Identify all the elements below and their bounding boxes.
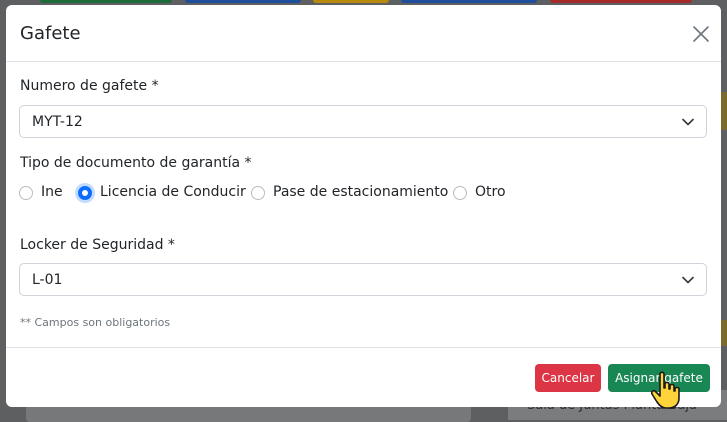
cancel-button[interactable]: Cancelar bbox=[535, 364, 601, 392]
radio-circle-checked bbox=[78, 186, 92, 200]
background-button bbox=[401, 0, 537, 3]
radio-circle bbox=[19, 186, 33, 200]
radio-circle bbox=[251, 186, 265, 200]
close-button[interactable] bbox=[692, 25, 710, 43]
assign-badge-button[interactable]: Asignar gafete bbox=[608, 364, 710, 392]
modal-header: Gafete bbox=[6, 5, 721, 62]
required-fields-hint: ** Campos son obligatorios bbox=[20, 316, 171, 329]
background-button bbox=[313, 0, 389, 3]
doc-type-label: Tipo de documento de garantía * bbox=[20, 155, 252, 171]
close-icon bbox=[693, 26, 709, 42]
radio-label: Licencia de Conducir bbox=[100, 184, 246, 200]
locker-value: L-01 bbox=[32, 272, 63, 288]
chevron-down-icon bbox=[682, 276, 694, 284]
modal-title: Gafete bbox=[20, 23, 81, 44]
modal-footer: Cancelar Asignar gafete bbox=[6, 347, 721, 407]
locker-select[interactable]: L-01 bbox=[19, 263, 707, 296]
radio-label: Ine bbox=[41, 184, 63, 200]
badge-modal: Gafete Numero de gafete * MYT-12 Tipo de… bbox=[6, 5, 721, 407]
background-button bbox=[550, 0, 692, 3]
badge-number-value: MYT-12 bbox=[32, 114, 83, 130]
chevron-down-icon bbox=[682, 118, 694, 126]
badge-number-label: Numero de gafete * bbox=[20, 78, 159, 94]
background-button bbox=[185, 0, 301, 3]
radio-circle bbox=[453, 186, 467, 200]
radio-label: Otro bbox=[475, 184, 506, 200]
radio-label: Pase de estacionamiento bbox=[273, 184, 449, 200]
badge-number-select[interactable]: MYT-12 bbox=[19, 105, 707, 138]
background-button bbox=[40, 0, 172, 3]
locker-label: Locker de Seguridad * bbox=[20, 237, 175, 253]
